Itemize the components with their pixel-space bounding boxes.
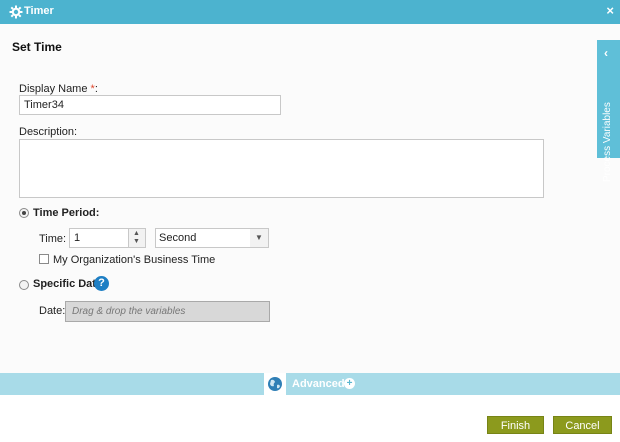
business-time-label: My Organization's Business Time xyxy=(53,254,216,266)
close-icon[interactable]: × xyxy=(606,3,614,19)
chevron-left-icon: ‹ xyxy=(604,46,608,60)
time-label: Time: xyxy=(39,233,67,245)
time-period-label: Time Period: xyxy=(33,207,100,219)
specific-date-label: Specific Date xyxy=(33,278,103,290)
description-label: Description: xyxy=(19,126,78,138)
time-unit-value: Second xyxy=(159,232,197,244)
arrow-down-icon[interactable]: ▼ xyxy=(133,238,140,246)
business-time-checkbox[interactable] xyxy=(39,254,49,264)
time-period-radio[interactable] xyxy=(19,208,29,218)
title-bar: Timer × xyxy=(0,0,620,24)
description-input[interactable] xyxy=(19,139,544,198)
time-value: 1 xyxy=(74,232,81,244)
time-unit-select[interactable]: Second ▼ xyxy=(155,228,269,248)
arrow-up-icon[interactable]: ▲ xyxy=(133,230,140,238)
gear-icon xyxy=(9,5,23,19)
date-drop-zone[interactable]: Drag & drop the variables xyxy=(65,301,270,322)
cancel-button[interactable]: Cancel xyxy=(553,416,612,434)
finish-button[interactable]: Finish xyxy=(487,416,544,434)
help-icon[interactable]: ? xyxy=(94,276,109,291)
specific-date-radio[interactable] xyxy=(19,280,29,290)
display-name-input[interactable] xyxy=(19,95,281,115)
stepper-arrows[interactable]: ▲ ▼ xyxy=(128,229,145,247)
chevron-down-icon[interactable]: ▼ xyxy=(250,229,268,247)
date-label: Date: xyxy=(39,305,66,317)
advanced-icon-box xyxy=(264,373,286,395)
process-variables-tab[interactable]: ‹ Process Variables xyxy=(597,40,620,182)
process-variables-label: Process Variables xyxy=(602,102,613,182)
plus-circle-icon[interactable]: + xyxy=(344,378,355,389)
globe-icon xyxy=(268,377,282,391)
window-title: Timer xyxy=(24,5,54,17)
advanced-label[interactable]: Advanced xyxy=(292,378,345,390)
page-title: Set Time xyxy=(12,40,62,54)
time-stepper[interactable]: 1 ▲ ▼ xyxy=(69,228,146,248)
display-name-label: Display Name *: xyxy=(19,83,98,95)
